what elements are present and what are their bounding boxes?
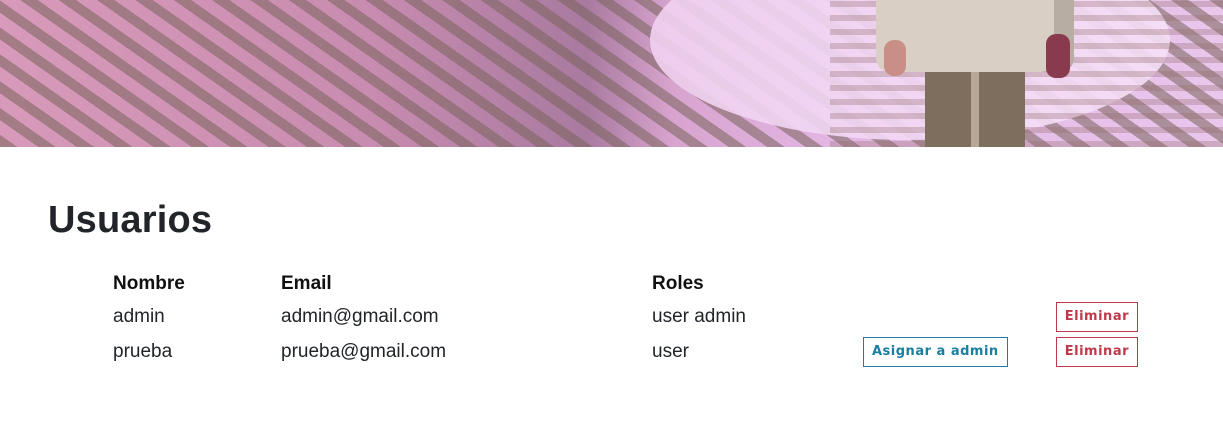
users-table: Nombre Email Roles admin admin@gmail.com… [108,269,1143,369]
user-name-cell: prueba [113,340,173,362]
user-email-cell: prueba@gmail.com [281,340,447,362]
table-header-row: Nombre Email Roles [108,269,1143,299]
page-title: Usuarios [48,199,213,241]
column-header-roles: Roles [652,273,704,294]
user-roles-cell: user [652,340,689,362]
assign-admin-cell: Asignar a admin [858,334,1043,369]
user-email-cell: admin@gmail.com [281,305,439,327]
main-content: Usuarios Nombre Email Roles admin admin@… [0,147,1223,369]
assign-admin-button[interactable]: Asignar a admin [863,336,1008,367]
table-row: prueba prueba@gmail.com user Asignar a a… [108,334,1143,369]
hero-figure-legs [925,72,1025,147]
table-row: admin admin@gmail.com user admin Elimina… [108,299,1143,334]
delete-user-button[interactable]: Eliminar [1055,301,1138,332]
delete-user-button[interactable]: Eliminar [1055,336,1138,367]
delete-cell: Eliminar [1043,334,1143,369]
column-header-assign [858,269,1043,299]
user-roles-cell: user admin [652,305,746,327]
column-header-delete [1043,269,1143,299]
assign-admin-cell [858,299,1043,334]
delete-cell: Eliminar [1043,299,1143,334]
user-name-cell: admin [113,305,165,327]
hero-figure-left-hand [884,40,906,76]
hero-banner-image [0,0,1223,147]
column-header-email: Email [281,273,332,294]
column-header-name: Nombre [113,273,185,294]
hero-figure-right-hand [1046,34,1070,78]
